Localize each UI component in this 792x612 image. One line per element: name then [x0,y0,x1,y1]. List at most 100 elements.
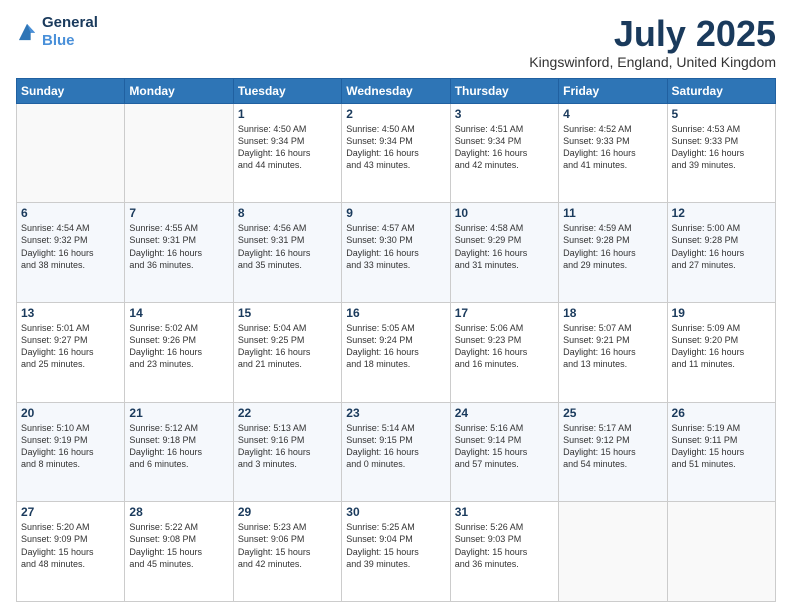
calendar-cell [125,103,233,203]
day-info: Sunrise: 5:04 AM Sunset: 9:25 PM Dayligh… [238,322,337,371]
calendar-cell: 25 Sunrise: 5:17 AM Sunset: 9:12 PM Dayli… [559,402,667,502]
calendar-cell: 28 Sunrise: 5:22 AM Sunset: 9:08 PM Dayli… [125,502,233,602]
calendar-week-row: 13 Sunrise: 5:01 AM Sunset: 9:27 PM Dayli… [17,302,776,402]
calendar-cell: 21 Sunrise: 5:12 AM Sunset: 9:18 PM Dayli… [125,402,233,502]
day-info: Sunrise: 5:22 AM Sunset: 9:08 PM Dayligh… [129,521,228,570]
day-number: 7 [129,206,228,220]
calendar-week-row: 6 Sunrise: 4:54 AM Sunset: 9:32 PM Daylig… [17,203,776,303]
calendar-day-header: Tuesday [233,78,341,103]
logo-icon [16,21,38,43]
day-number: 15 [238,306,337,320]
day-number: 19 [672,306,771,320]
title-block: July 2025 Kingswinford, England, United … [529,14,776,70]
calendar-cell: 31 Sunrise: 5:26 AM Sunset: 9:03 PM Dayli… [450,502,558,602]
day-number: 11 [563,206,662,220]
calendar-day-header: Saturday [667,78,775,103]
day-info: Sunrise: 5:00 AM Sunset: 9:28 PM Dayligh… [672,222,771,271]
calendar-cell: 13 Sunrise: 5:01 AM Sunset: 9:27 PM Dayli… [17,302,125,402]
calendar-cell: 11Sunrise: 4:59 AM Sunset: 9:28 PM Dayli… [559,203,667,303]
day-number: 27 [21,505,120,519]
day-info: Sunrise: 5:17 AM Sunset: 9:12 PM Dayligh… [563,422,662,471]
calendar-week-row: 27Sunrise: 5:20 AM Sunset: 9:09 PM Dayli… [17,502,776,602]
calendar-cell: 16 Sunrise: 5:05 AM Sunset: 9:24 PM Dayli… [342,302,450,402]
page: General Blue July 2025 Kingswinford, Eng… [0,0,792,612]
day-info: Sunrise: 5:14 AM Sunset: 9:15 PM Dayligh… [346,422,445,471]
day-info: Sunrise: 5:01 AM Sunset: 9:27 PM Dayligh… [21,322,120,371]
day-info: Sunrise: 4:50 AM Sunset: 9:34 PM Dayligh… [238,123,337,172]
calendar-week-row: 20Sunrise: 5:10 AM Sunset: 9:19 PM Dayli… [17,402,776,502]
day-info: Sunrise: 5:26 AM Sunset: 9:03 PM Dayligh… [455,521,554,570]
calendar-cell: 3 Sunrise: 4:51 AM Sunset: 9:34 PM Daylig… [450,103,558,203]
calendar-cell: 4Sunrise: 4:52 AM Sunset: 9:33 PM Daylig… [559,103,667,203]
calendar-day-header: Sunday [17,78,125,103]
day-info: Sunrise: 5:13 AM Sunset: 9:16 PM Dayligh… [238,422,337,471]
day-number: 13 [21,306,120,320]
day-number: 8 [238,206,337,220]
calendar-cell: 6 Sunrise: 4:54 AM Sunset: 9:32 PM Daylig… [17,203,125,303]
day-info: Sunrise: 5:06 AM Sunset: 9:23 PM Dayligh… [455,322,554,371]
logo-text: General Blue [42,14,98,50]
day-number: 30 [346,505,445,519]
calendar-cell: 18 Sunrise: 5:07 AM Sunset: 9:21 PM Dayli… [559,302,667,402]
day-number: 12 [672,206,771,220]
day-info: Sunrise: 5:05 AM Sunset: 9:24 PM Dayligh… [346,322,445,371]
day-info: Sunrise: 5:19 AM Sunset: 9:11 PM Dayligh… [672,422,771,471]
main-title: July 2025 [529,14,776,54]
calendar-cell: 5Sunrise: 4:53 AM Sunset: 9:33 PM Daylig… [667,103,775,203]
calendar-cell: 19 Sunrise: 5:09 AM Sunset: 9:20 PM Dayli… [667,302,775,402]
calendar-cell: 23 Sunrise: 5:14 AM Sunset: 9:15 PM Dayli… [342,402,450,502]
day-number: 14 [129,306,228,320]
day-info: Sunrise: 4:57 AM Sunset: 9:30 PM Dayligh… [346,222,445,271]
calendar-cell: 7Sunrise: 4:55 AM Sunset: 9:31 PM Daylig… [125,203,233,303]
day-number: 24 [455,406,554,420]
day-number: 16 [346,306,445,320]
day-info: Sunrise: 4:56 AM Sunset: 9:31 PM Dayligh… [238,222,337,271]
day-number: 23 [346,406,445,420]
calendar-day-header: Wednesday [342,78,450,103]
day-number: 21 [129,406,228,420]
day-number: 18 [563,306,662,320]
day-number: 31 [455,505,554,519]
calendar-cell: 30 Sunrise: 5:25 AM Sunset: 9:04 PM Dayli… [342,502,450,602]
subtitle: Kingswinford, England, United Kingdom [529,54,776,70]
calendar-cell: 20Sunrise: 5:10 AM Sunset: 9:19 PM Dayli… [17,402,125,502]
day-number: 25 [563,406,662,420]
day-number: 6 [21,206,120,220]
day-info: Sunrise: 4:54 AM Sunset: 9:32 PM Dayligh… [21,222,120,271]
day-number: 10 [455,206,554,220]
header: General Blue July 2025 Kingswinford, Eng… [16,14,776,70]
calendar-cell: 9 Sunrise: 4:57 AM Sunset: 9:30 PM Daylig… [342,203,450,303]
day-info: Sunrise: 5:07 AM Sunset: 9:21 PM Dayligh… [563,322,662,371]
calendar-cell: 14 Sunrise: 5:02 AM Sunset: 9:26 PM Dayli… [125,302,233,402]
calendar-day-header: Thursday [450,78,558,103]
day-info: Sunrise: 5:23 AM Sunset: 9:06 PM Dayligh… [238,521,337,570]
day-info: Sunrise: 4:50 AM Sunset: 9:34 PM Dayligh… [346,123,445,172]
day-number: 5 [672,107,771,121]
day-info: Sunrise: 5:12 AM Sunset: 9:18 PM Dayligh… [129,422,228,471]
calendar-cell: 8 Sunrise: 4:56 AM Sunset: 9:31 PM Daylig… [233,203,341,303]
calendar-week-row: 1 Sunrise: 4:50 AM Sunset: 9:34 PM Daylig… [17,103,776,203]
calendar-cell: 1 Sunrise: 4:50 AM Sunset: 9:34 PM Daylig… [233,103,341,203]
day-number: 9 [346,206,445,220]
day-number: 4 [563,107,662,121]
day-info: Sunrise: 5:25 AM Sunset: 9:04 PM Dayligh… [346,521,445,570]
day-number: 22 [238,406,337,420]
day-number: 1 [238,107,337,121]
day-info: Sunrise: 5:02 AM Sunset: 9:26 PM Dayligh… [129,322,228,371]
day-number: 29 [238,505,337,519]
calendar-cell: 15 Sunrise: 5:04 AM Sunset: 9:25 PM Dayli… [233,302,341,402]
calendar-cell: 17Sunrise: 5:06 AM Sunset: 9:23 PM Dayli… [450,302,558,402]
day-number: 2 [346,107,445,121]
day-info: Sunrise: 4:51 AM Sunset: 9:34 PM Dayligh… [455,123,554,172]
day-number: 3 [455,107,554,121]
day-info: Sunrise: 5:16 AM Sunset: 9:14 PM Dayligh… [455,422,554,471]
calendar-cell: 24 Sunrise: 5:16 AM Sunset: 9:14 PM Dayli… [450,402,558,502]
calendar-cell [559,502,667,602]
day-number: 28 [129,505,228,519]
day-number: 20 [21,406,120,420]
calendar-cell: 12 Sunrise: 5:00 AM Sunset: 9:28 PM Dayli… [667,203,775,303]
calendar-cell: 29 Sunrise: 5:23 AM Sunset: 9:06 PM Dayli… [233,502,341,602]
day-info: Sunrise: 5:09 AM Sunset: 9:20 PM Dayligh… [672,322,771,371]
calendar-header-row: SundayMondayTuesdayWednesdayThursdayFrid… [17,78,776,103]
calendar-cell: 2 Sunrise: 4:50 AM Sunset: 9:34 PM Daylig… [342,103,450,203]
